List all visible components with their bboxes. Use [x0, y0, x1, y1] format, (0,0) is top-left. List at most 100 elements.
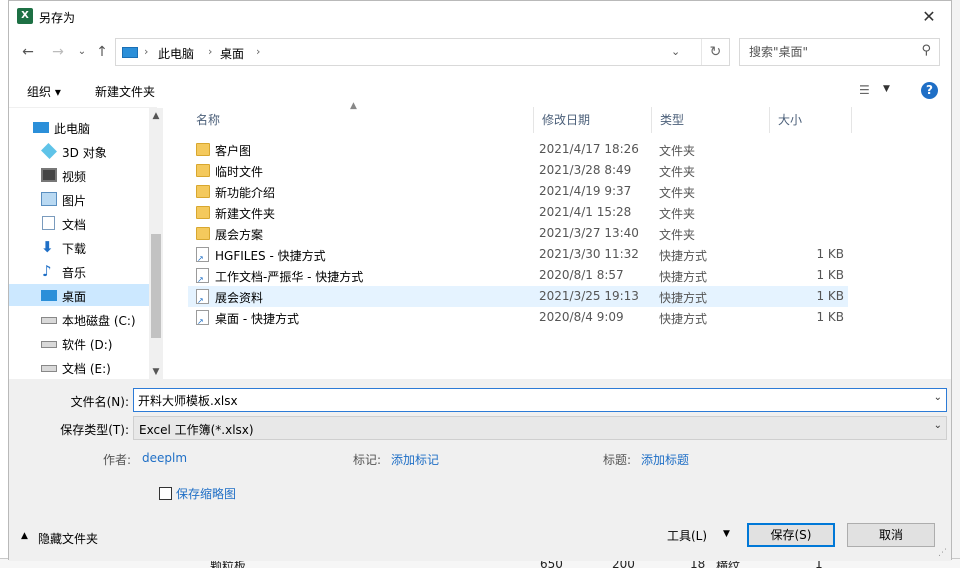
forward-button[interactable]: → [47, 41, 69, 63]
search-icon[interactable]: ⚲ [921, 43, 931, 58]
chevron-down-icon[interactable]: ⌄ [934, 420, 942, 431]
column-header-size[interactable]: 大小 [770, 107, 852, 133]
folder-icon [196, 206, 210, 219]
sidebar-item-3d-objects[interactable]: 3D 对象 [9, 140, 149, 162]
dialog-title: 另存为 [39, 11, 76, 25]
computer-icon [122, 47, 138, 58]
documents-icon [42, 216, 55, 230]
filename-label: 文件名(N): [70, 395, 129, 409]
file-size: 1 KB [816, 268, 844, 282]
save-type-value: Excel 工作簿(*.xlsx) [139, 423, 254, 437]
file-row[interactable]: 展会方案 2021/3/27 13:40 文件夹 [188, 223, 848, 244]
add-title-link[interactable]: 添加标题 [641, 451, 689, 468]
add-tags-link[interactable]: 添加标记 [391, 451, 439, 468]
new-folder-button[interactable]: 新建文件夹 [95, 83, 155, 100]
address-bar[interactable]: › 此电脑 › 桌面 › ⌄ ↻ [115, 38, 730, 66]
sidebar-item-drive-c[interactable]: 本地磁盘 (C:) [9, 308, 149, 330]
search-box[interactable]: ⚲ [739, 38, 940, 66]
file-row[interactable]: 新功能介绍 2021/4/19 9:37 文件夹 [188, 181, 848, 202]
save-thumbnail-label[interactable]: 保存缩略图 [176, 485, 236, 502]
file-row[interactable]: 展会资料 2021/3/25 19:13 快捷方式 1 KB [188, 286, 848, 307]
recent-locations-button[interactable]: ⌄ [71, 41, 93, 63]
file-name: 新建文件夹 [215, 207, 276, 221]
filename-input[interactable] [134, 389, 924, 411]
video-icon [41, 168, 57, 182]
scrollbar-thumb[interactable] [151, 234, 161, 338]
chevron-up-icon[interactable]: ▲ [21, 531, 28, 541]
3d-objects-icon [41, 143, 57, 159]
chevron-right-icon: › [144, 45, 149, 58]
file-date: 2021/3/30 11:32 [539, 247, 639, 261]
tags-label: 标记: [353, 453, 382, 467]
shortcut-icon [196, 310, 209, 326]
breadcrumb-this-pc[interactable]: 此电脑 [158, 45, 194, 62]
organize-button[interactable]: 组织 ▾ [27, 83, 61, 100]
file-type: 文件夹 [659, 165, 696, 179]
sidebar-item-drive-e[interactable]: 文档 (E:) [9, 356, 149, 378]
file-name: 展会资料 [215, 291, 264, 305]
sidebar-item-desktop[interactable]: 桌面 [9, 284, 149, 306]
sidebar-item-documents[interactable]: 文档 [9, 212, 149, 234]
author-value[interactable]: deeplm [142, 451, 187, 465]
sidebar-item-this-pc[interactable]: 此电脑 [9, 116, 149, 138]
sidebar-item-label: 文档 [62, 218, 87, 232]
file-row[interactable]: 临时文件 2021/3/28 8:49 文件夹 [188, 160, 848, 181]
up-button[interactable]: ↑ [91, 41, 113, 63]
sidebar-item-label: 软件 (D:) [62, 338, 113, 352]
file-row[interactable]: 桌面 - 快捷方式 2020/8/4 9:09 快捷方式 1 KB [188, 307, 848, 328]
column-header-type[interactable]: 类型 [652, 107, 770, 133]
cancel-button[interactable]: 取消 [847, 523, 935, 547]
back-button[interactable]: ← [17, 41, 39, 63]
sidebar-item-label: 图片 [62, 194, 87, 208]
pictures-icon [41, 192, 57, 206]
sidebar-item-music[interactable]: ♪ 音乐 [9, 260, 149, 282]
view-options-icon[interactable]: ☰ [859, 83, 870, 97]
title-label: 标题: [603, 453, 632, 467]
refresh-button[interactable]: ↻ [701, 39, 729, 65]
file-type: 快捷方式 [659, 270, 708, 284]
search-input[interactable] [740, 39, 910, 65]
folder-icon [196, 143, 210, 156]
save-thumbnail-checkbox[interactable] [159, 487, 172, 500]
navigation-scrollbar[interactable]: ▲ ▼ [149, 108, 163, 380]
scroll-up-icon[interactable]: ▲ [149, 108, 163, 124]
filename-field[interactable]: ⌄ [133, 388, 947, 412]
shortcut-icon [196, 289, 209, 305]
close-button[interactable]: ✕ [907, 1, 951, 32]
tools-button[interactable]: 工具(L) [667, 527, 707, 544]
file-type: 文件夹 [659, 144, 696, 158]
save-button[interactable]: 保存(S) [747, 523, 835, 547]
file-row[interactable]: 新建文件夹 2021/4/1 15:28 文件夹 [188, 202, 848, 223]
chevron-down-icon[interactable]: ⌄ [671, 45, 680, 58]
chevron-right-icon: › [256, 45, 261, 58]
sidebar-item-videos[interactable]: 视频 [9, 164, 149, 186]
hide-folders-button[interactable]: 隐藏文件夹 [38, 530, 98, 547]
sidebar-item-label: 文档 (E:) [62, 362, 111, 376]
sidebar-item-pictures[interactable]: 图片 [9, 188, 149, 210]
chevron-down-icon[interactable]: ▼ [883, 84, 890, 94]
help-icon[interactable]: ? [921, 82, 938, 99]
save-as-dialog: X 另存为 ✕ ← → ⌄ ↑ › 此电脑 › 桌面 › ⌄ ↻ ⚲ 组织 ▾ … [8, 0, 952, 561]
sidebar-item-label: 音乐 [62, 266, 87, 280]
file-row[interactable]: 工作文档-严振华 - 快捷方式 2020/8/1 8:57 快捷方式 1 KB [188, 265, 848, 286]
download-icon: ⬇ [41, 238, 54, 256]
file-type: 文件夹 [659, 186, 696, 200]
breadcrumb-desktop[interactable]: 桌面 [220, 45, 244, 62]
save-type-select[interactable]: Excel 工作簿(*.xlsx) ⌄ [133, 416, 947, 440]
file-size: 1 KB [816, 247, 844, 261]
file-row[interactable]: 客户图 2021/4/17 18:26 文件夹 [188, 139, 848, 160]
chevron-down-icon[interactable]: ▼ [723, 529, 730, 539]
column-header-name[interactable]: 名称 [188, 107, 534, 133]
column-header-date[interactable]: 修改日期 [534, 107, 652, 133]
resize-grip-icon[interactable]: ⋰ [938, 548, 947, 558]
sidebar-item-label: 视频 [62, 170, 87, 184]
sidebar-item-drive-d[interactable]: 软件 (D:) [9, 332, 149, 354]
chevron-down-icon[interactable]: ⌄ [934, 392, 942, 403]
chevron-right-icon: › [208, 45, 213, 58]
file-row[interactable]: HGFILES - 快捷方式 2021/3/30 11:32 快捷方式 1 KB [188, 244, 848, 265]
sidebar-item-downloads[interactable]: ⬇ 下载 [9, 236, 149, 258]
music-icon: ♪ [42, 262, 52, 280]
file-type: 文件夹 [659, 228, 696, 242]
scroll-down-icon[interactable]: ▼ [149, 364, 163, 380]
sidebar-item-label: 下载 [62, 242, 87, 256]
